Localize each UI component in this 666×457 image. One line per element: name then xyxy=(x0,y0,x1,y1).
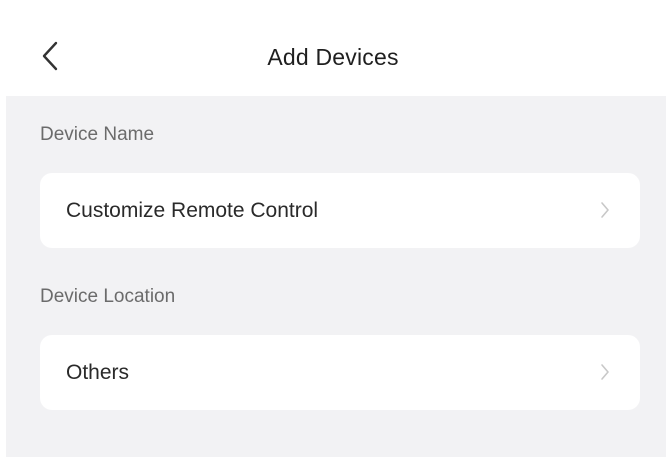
device-name-value: Customize Remote Control xyxy=(66,199,319,222)
device-location-row[interactable]: Others xyxy=(40,335,640,410)
form-content: Device Name Customize Remote Control Dev… xyxy=(6,96,666,457)
device-location-value: Others xyxy=(66,361,130,384)
page-title: Add Devices xyxy=(267,44,399,70)
device-name-row[interactable]: Customize Remote Control xyxy=(40,173,640,248)
chevron-right-icon xyxy=(601,202,609,218)
device-name-label: Device Name xyxy=(40,124,155,145)
device-location-label: Device Location xyxy=(40,286,176,307)
header: Add Devices xyxy=(0,0,666,96)
chevron-right-icon xyxy=(601,364,609,380)
